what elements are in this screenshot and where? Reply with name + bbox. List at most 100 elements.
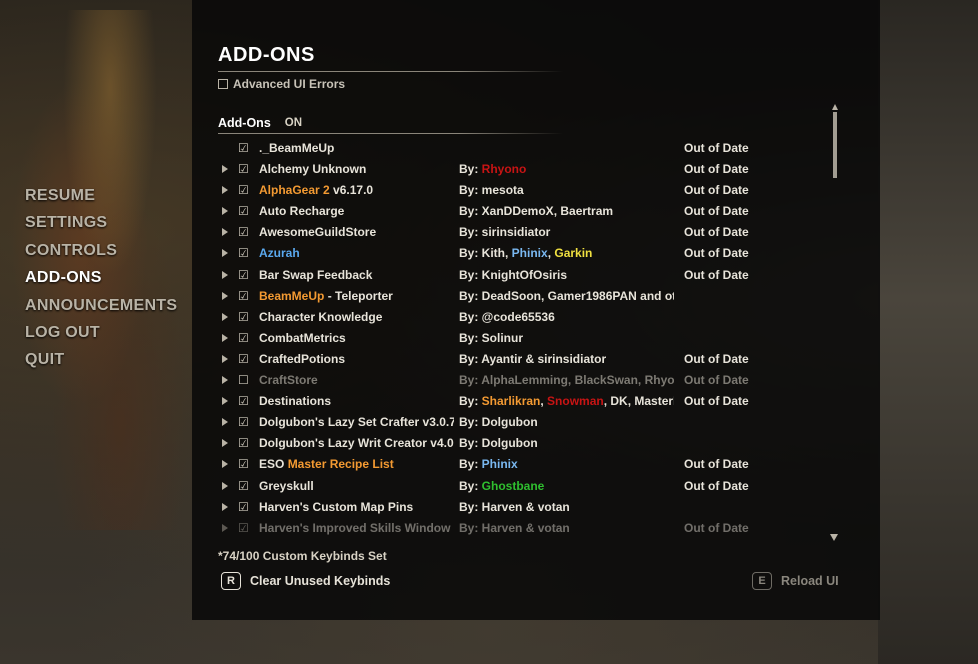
text-segment: By: sirinsidiator [459, 225, 551, 240]
addon-row[interactable]: ☑ Azurah By: Kith, Phinix, Garkin Out of Da… [218, 243, 818, 264]
addon-row[interactable]: ☑ CombatMetrics By: Solinur [218, 328, 818, 349]
checkbox-icon[interactable]: ☑ [238, 225, 249, 239]
menu-item-add-ons[interactable]: ADD-ONS [25, 268, 177, 295]
triangle-right-icon[interactable] [222, 439, 228, 448]
menu-item-resume[interactable]: RESUME [25, 186, 177, 213]
addon-row[interactable]: ☑ Auto Recharge By: XanDDemoX, Baertram Out… [218, 201, 818, 222]
triangle-right-icon[interactable] [222, 228, 228, 237]
triangle-right-icon[interactable] [222, 270, 228, 279]
key-e-icon: E [752, 572, 772, 590]
checkbox-icon[interactable]: ☑ [238, 162, 249, 176]
addon-row[interactable]: ☑ Alchemy Unknown By: Rhyono Out of Date [218, 159, 818, 180]
addon-status: Out of Date [684, 225, 749, 240]
text-segment: Harven's Custom Map Pins [259, 499, 414, 514]
scroll-down-icon[interactable] [830, 534, 838, 541]
addon-row[interactable]: ☑ AwesomeGuildStore By: sirinsidiator Out o… [218, 222, 818, 243]
triangle-right-icon[interactable] [222, 460, 228, 469]
text-segment: By: @code65536 [459, 309, 555, 324]
addons-header: Add-Ons ON [218, 115, 302, 131]
addon-row[interactable]: ☑ ._BeamMeUp Out of Date [218, 138, 818, 159]
addon-row[interactable]: ☐ CraftStore By: AlphaLemming, BlackSwan, … [218, 370, 818, 391]
addon-row[interactable]: ☑ Dolgubon's Lazy Writ Creator v4.0... By:… [218, 433, 818, 454]
addon-row[interactable]: ☑ Harven's Custom Map Pins By: Harven & vo… [218, 497, 818, 518]
menu-item-controls[interactable]: CONTROLS [25, 241, 177, 268]
addon-status: Out of Date [684, 457, 749, 472]
addon-status: Out of Date [684, 351, 749, 366]
triangle-right-icon[interactable] [222, 376, 228, 385]
checkbox-icon[interactable]: ☑ [238, 415, 249, 429]
addon-row[interactable]: ☑ Bar Swap Feedback By: KnightOfOsiris Out … [218, 265, 818, 286]
triangle-right-icon[interactable] [222, 502, 228, 511]
text-segment: CraftedPotions [259, 351, 346, 366]
triangle-right-icon[interactable] [222, 207, 228, 216]
checkbox-icon[interactable]: ☐ [238, 373, 249, 387]
addons-state-toggle[interactable]: ON [285, 117, 302, 129]
checkbox-icon[interactable]: ☑ [238, 521, 249, 535]
text-segment: Auto Recharge [259, 204, 345, 219]
text-segment: By: [459, 478, 482, 493]
addon-author: By: DeadSoon, Gamer1986PAN and ot... [459, 289, 674, 303]
menu-item-settings[interactable]: SETTINGS [25, 213, 177, 240]
addon-row[interactable]: ☑ BeamMeUp - Teleporter By: DeadSoon, Game… [218, 286, 818, 307]
checkbox-icon[interactable]: ☑ [238, 310, 249, 324]
text-segment: AwesomeGuildStore [259, 225, 377, 240]
addon-row[interactable]: ☑ Character Knowledge By: @code65536 [218, 307, 818, 328]
checkbox-icon[interactable]: ☑ [238, 436, 249, 450]
checkbox-icon[interactable]: ☑ [238, 268, 249, 282]
triangle-right-icon[interactable] [222, 333, 228, 342]
menu-item-quit[interactable]: QUIT [25, 350, 177, 377]
triangle-right-icon[interactable] [222, 481, 228, 490]
menu-item-announcements[interactable]: ANNOUNCEMENTS [25, 296, 177, 323]
advanced-ui-errors-label: Advanced UI Errors [233, 77, 346, 91]
addon-name: CombatMetrics [259, 331, 454, 345]
checkbox-icon[interactable]: ☑ [238, 183, 249, 197]
scroll-up-icon[interactable] [832, 104, 838, 110]
addons-label: Add-Ons [218, 116, 271, 130]
triangle-right-icon[interactable] [222, 291, 228, 300]
addon-author: By: Rhyono [459, 162, 674, 176]
triangle-right-icon[interactable] [222, 397, 228, 406]
addon-row[interactable]: ☑ Dolgubon's Lazy Set Crafter v3.0.7.5 By:… [218, 412, 818, 433]
addon-row[interactable]: ☑ Destinations By: Sharlikran, Snowman, DK… [218, 391, 818, 412]
checkbox-icon[interactable]: ☑ [238, 394, 249, 408]
menu-item-log-out[interactable]: LOG OUT [25, 323, 177, 350]
addon-status: Out of Date [684, 267, 749, 282]
addon-name: Harven's Improved Skills Window [259, 521, 454, 535]
scrollbar[interactable] [830, 104, 838, 544]
triangle-right-icon[interactable] [222, 523, 228, 532]
checkbox-icon[interactable]: ☑ [238, 479, 249, 493]
checkbox-icon[interactable] [218, 79, 228, 89]
addon-row[interactable]: ☑ Greyskull By: Ghostbane Out of Date [218, 476, 818, 497]
checkbox-icon[interactable]: ☑ [238, 246, 249, 260]
addon-name: CraftStore [259, 373, 454, 387]
checkbox-icon[interactable]: ☑ [238, 204, 249, 218]
text-segment: By: Harven & votan [459, 520, 570, 535]
addon-row[interactable]: ☑ ESO Master Recipe List By: Phinix Out of … [218, 454, 818, 475]
addon-status: Out of Date [684, 394, 749, 409]
text-segment: BeamMeUp [259, 288, 325, 303]
triangle-right-icon[interactable] [222, 249, 228, 258]
reload-ui-button[interactable]: E Reload UI [752, 572, 839, 590]
triangle-right-icon[interactable] [222, 165, 228, 174]
checkbox-icon[interactable]: ☑ [238, 500, 249, 514]
addons-divider [218, 133, 563, 134]
triangle-right-icon[interactable] [222, 312, 228, 321]
clear-unused-keybinds-button[interactable]: R Clear Unused Keybinds [221, 572, 390, 590]
checkbox-icon[interactable]: ☑ [238, 331, 249, 345]
checkbox-icon[interactable]: ☑ [238, 289, 249, 303]
addon-list: ☑ ._BeamMeUp Out of Date ☑ Alchemy Unknown By… [218, 138, 818, 539]
checkbox-icon[interactable]: ☑ [238, 141, 249, 155]
addon-row[interactable]: ☑ Harven's Improved Skills Window By: Harv… [218, 518, 818, 539]
advanced-ui-errors-toggle[interactable]: Advanced UI Errors [218, 76, 345, 92]
checkbox-icon[interactable]: ☑ [238, 352, 249, 366]
triangle-right-icon[interactable] [222, 418, 228, 427]
addon-row[interactable]: ☑ AlphaGear 2 v6.17.0 By: mesota Out of Dat… [218, 180, 818, 201]
checkbox-icon[interactable]: ☑ [238, 457, 249, 471]
text-segment: - Teleporter [324, 288, 393, 303]
triangle-right-icon[interactable] [222, 354, 228, 363]
addon-name: Auto Recharge [259, 204, 454, 218]
addon-status: Out of Date [684, 373, 749, 388]
scroll-thumb[interactable] [833, 112, 837, 178]
addon-row[interactable]: ☑ CraftedPotions By: Ayantir & sirinsidiat… [218, 349, 818, 370]
triangle-right-icon[interactable] [222, 186, 228, 195]
